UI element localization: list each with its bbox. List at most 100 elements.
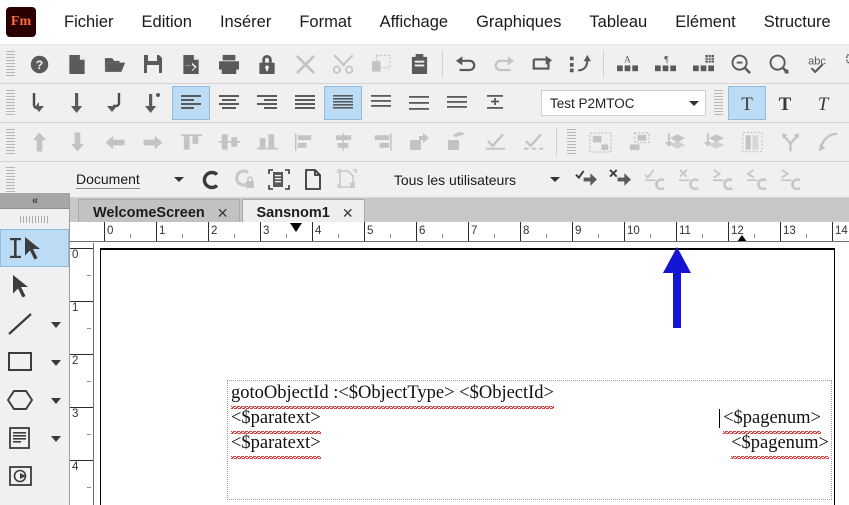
lock-icon[interactable] <box>248 47 286 81</box>
line-break-icon[interactable] <box>20 86 58 120</box>
text-bold-icon[interactable]: T <box>766 86 804 120</box>
new-document-icon[interactable] <box>58 47 96 81</box>
anchor-frame-icon[interactable] <box>836 47 849 81</box>
menu-fichier[interactable]: Fichier <box>50 0 128 44</box>
zoom-out-icon[interactable] <box>722 47 760 81</box>
menu-structure[interactable]: Structure <box>750 0 845 44</box>
menu-graphiques[interactable]: Graphiques <box>462 0 575 44</box>
align-right-icon[interactable] <box>248 86 286 120</box>
paste-icon[interactable] <box>400 47 438 81</box>
save-icon[interactable] <box>134 47 172 81</box>
help-icon[interactable]: ? <box>20 47 58 81</box>
svg-text:¶: ¶ <box>664 54 669 65</box>
paragraph-style-combo[interactable]: Test P2MTOC <box>541 90 706 116</box>
document-line-3[interactable]: <$paratext> <$pagenum> <box>228 431 831 459</box>
ruler-minor-tick <box>494 234 495 238</box>
preview-structured-icon[interactable] <box>262 163 296 197</box>
arrow-down-turn-icon[interactable] <box>96 86 134 120</box>
undo-history-icon[interactable] <box>561 47 599 81</box>
preview-page-icon[interactable] <box>296 163 330 197</box>
image-tool[interactable] <box>0 457 69 495</box>
smart-select-tool[interactable] <box>0 229 69 267</box>
document-canvas[interactable]: gotoObjectId :<$ObjectType> <$ObjectId> … <box>95 243 849 505</box>
ruler-minor-tick <box>806 234 807 238</box>
repeat-icon[interactable] <box>523 47 561 81</box>
panel-gripper[interactable] <box>0 209 69 229</box>
menu-format[interactable]: Format <box>285 0 365 44</box>
menu-element[interactable]: Elément <box>661 0 750 44</box>
find-paragraph-format-icon[interactable]: ¶ <box>646 47 684 81</box>
track-changes-icon[interactable] <box>194 163 228 197</box>
toolbar-gripper[interactable] <box>6 51 15 77</box>
import-icon[interactable] <box>172 47 210 81</box>
toolbar-gripper[interactable] <box>6 166 15 193</box>
menu-tableau[interactable]: Tableau <box>575 0 661 44</box>
menu-affichage[interactable]: Affichage <box>366 0 463 44</box>
arrow-down-dot-icon[interactable] <box>134 86 172 120</box>
find-table-format-icon[interactable] <box>684 47 722 81</box>
arrow-down-icon[interactable] <box>58 86 96 120</box>
view-mode-value: Document <box>76 170 140 189</box>
close-icon[interactable]: ✕ <box>342 205 354 222</box>
ruler-tick: 1 <box>156 222 208 241</box>
toolbar-separator <box>603 50 604 78</box>
text-frame[interactable]: gotoObjectId :<$ObjectType> <$ObjectId> … <box>227 380 832 500</box>
zoom-in-icon[interactable] <box>760 47 798 81</box>
ruler-indent-marker[interactable] <box>290 223 302 232</box>
spellcheck-icon[interactable]: abc <box>798 47 836 81</box>
line-spacing-double-icon[interactable] <box>400 86 438 120</box>
polygon-tool[interactable] <box>0 381 69 419</box>
document-page[interactable]: gotoObjectId :<$ObjectType> <$ObjectId> … <box>100 248 835 505</box>
vruler-minor-tick <box>87 486 91 488</box>
collapse-panel-button[interactable]: « <box>0 193 69 209</box>
chevron-down-icon[interactable] <box>173 177 184 182</box>
chevron-down-icon[interactable] <box>51 398 61 404</box>
chevron-down-icon[interactable] <box>51 360 61 366</box>
svg-text:T: T <box>779 94 792 113</box>
align-center-icon[interactable] <box>210 86 248 120</box>
chevron-down-icon[interactable] <box>51 436 61 442</box>
toolbar-gripper[interactable] <box>567 129 576 155</box>
line-spacing-single-icon[interactable] <box>324 86 362 120</box>
review-toolbar: Document Tous les utilisateurs <box>0 162 849 198</box>
textframe-tool[interactable] <box>0 419 69 457</box>
toolbar-gripper[interactable] <box>6 129 15 155</box>
vertical-ruler[interactable]: 01234 <box>70 243 94 505</box>
text-regular-icon[interactable]: T <box>728 86 766 120</box>
document-line-1[interactable]: gotoObjectId :<$ObjectType> <$ObjectId> <box>228 381 831 409</box>
spacing-before-icon[interactable] <box>438 86 476 120</box>
menu-inserer[interactable]: Insérer <box>206 0 285 44</box>
user-filter-combo[interactable]: Tous les utilisateurs <box>394 167 560 193</box>
chevron-down-icon[interactable] <box>549 177 560 182</box>
ruler-minor-tick <box>338 234 339 238</box>
close-icon[interactable]: ✕ <box>217 205 229 222</box>
rectangle-tool[interactable] <box>0 343 69 381</box>
app-logo-icon: Fm <box>6 7 36 37</box>
align-left-icon[interactable] <box>172 86 210 120</box>
toolbar-gripper[interactable] <box>714 90 723 116</box>
line-spacing-15-icon[interactable] <box>362 86 400 120</box>
print-icon[interactable] <box>210 47 248 81</box>
ruler-minor-tick <box>234 234 235 238</box>
chevron-down-icon[interactable] <box>683 91 705 115</box>
spacing-add-icon[interactable] <box>476 86 514 120</box>
quick-access-toolbar: ? A ¶ abc <box>0 45 849 84</box>
find-character-format-icon[interactable]: A <box>608 47 646 81</box>
horizontal-ruler[interactable]: 0 1 2 3 4 5 6 7 8 9 10 11 12 13 14 <box>70 222 849 242</box>
check-single-icon <box>476 125 514 159</box>
undo-icon[interactable] <box>447 47 485 81</box>
object-select-tool[interactable] <box>0 267 69 305</box>
reject-change-icon[interactable] <box>604 163 638 197</box>
menu-edition[interactable]: Edition <box>128 0 206 44</box>
accept-change-icon[interactable] <box>570 163 604 197</box>
toolbar-gripper[interactable] <box>6 90 15 116</box>
document-line-2[interactable]: <$paratext> <$pagenum> <box>228 406 831 434</box>
bring-forward-icon <box>657 125 695 159</box>
chevron-down-icon[interactable] <box>51 322 61 328</box>
view-mode-combo[interactable]: Document <box>76 167 184 193</box>
line-tool[interactable] <box>0 305 69 343</box>
move-up-icon <box>20 125 58 159</box>
text-italic-icon[interactable]: T <box>804 86 842 120</box>
open-folder-icon[interactable] <box>96 47 134 81</box>
align-justify-icon[interactable] <box>286 86 324 120</box>
